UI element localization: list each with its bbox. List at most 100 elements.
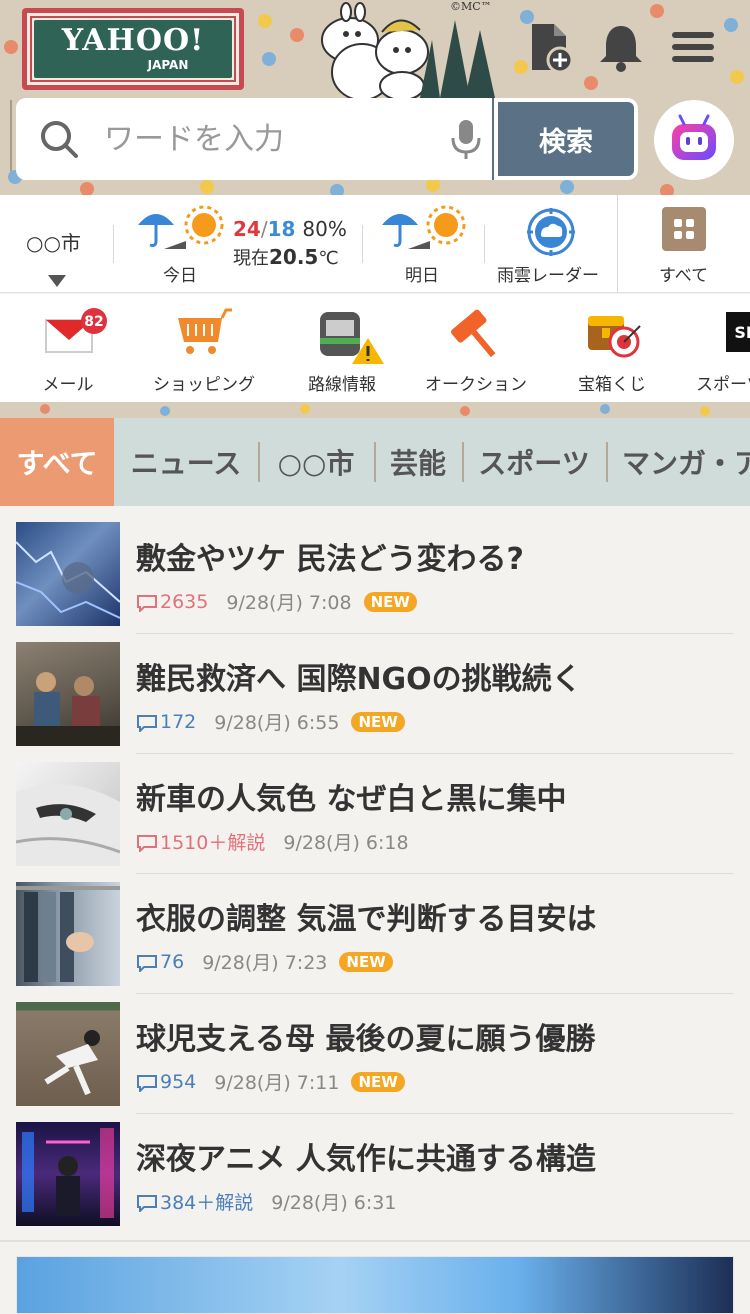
bell-icon[interactable] [594,20,648,74]
news-date: 9/28(月) 6:31 [271,1192,397,1214]
news-date: 9/28(月) 6:18 [283,832,409,854]
comment-icon [137,714,157,732]
news-title: 球児支える母 最後の夏に願う優勝 [136,1022,596,1057]
current-temp-unit: ℃ [318,248,339,269]
tab-sports[interactable]: スポーツ [470,418,598,506]
service-label: メール [42,375,94,395]
comment-count: 2635 [160,590,209,613]
news-list: 敷金やツケ 民法どう変わる? 2635 9/28(月) 7:08 NEW 難民救… [0,506,750,1240]
news-date: 9/28(月) 7:11 [214,1072,340,1094]
comment-count: 1510＋解説 [160,832,266,854]
tab-manga[interactable]: マンガ・ア [614,418,750,506]
train-icon [320,312,384,364]
comment-icon [137,834,157,852]
tab-news[interactable]: ニュース [122,418,250,506]
weather-all-button[interactable]: すべて [618,195,750,293]
news-item[interactable]: 敷金やツケ 民法どう変わる? 2635 9/28(月) 7:08 NEW [16,506,734,626]
category-tabs: すべて ニュース ○○市 芸能 スポーツ マンガ・ア [0,418,750,506]
new-badge: NEW [363,591,417,612]
current-temp-value: 20.5 [269,245,319,269]
news-date: 9/28(月) 7:23 [202,952,328,974]
yahoo-logo[interactable]: YAHOO! JAPAN [22,8,244,90]
service-label: ショッピング [153,375,255,395]
news-thumbnail [16,1122,120,1226]
weather-radar-label[interactable]: 雨雲レーダー [497,261,599,286]
cart-icon [178,308,232,354]
news-item[interactable]: 新車の人気色 なぜ白と黒に集中 1510＋解説 9/28(月) 6:18 [16,746,734,866]
mail-badge: 82 [84,314,103,330]
news-item[interactable]: 球児支える母 最後の夏に願う優勝 954 9/28(月) 7:11 NEW [16,986,734,1106]
weather-today-label: 今日 [163,266,197,286]
tab-city[interactable]: ○○市 [266,418,366,506]
assistant-icon [672,114,716,160]
news-item[interactable]: 難民救済へ 国際NGOの挑戦続く 172 9/28(月) 6:55 NEW [16,626,734,746]
news-title: 難民救済へ 国際NGOの挑戦続く [136,662,582,697]
service-label: スポーツ [696,375,750,395]
treasure-icon [588,316,641,358]
news-title: 新車の人気色 なぜ白と黒に集中 [136,782,567,817]
weather-bar: ○○市 今日 24/18 80% 現在20.5℃ 明日 雨雲レーダー すべて [0,195,750,293]
weather-tomorrow-label[interactable]: 明日 [405,261,439,286]
search-button[interactable]: 検索 [492,98,638,180]
decorative-strip [0,402,750,418]
assistant-button[interactable] [654,100,734,180]
new-badge: NEW [351,711,405,732]
news-meta: 954 9/28(月) 7:11 NEW [136,1068,405,1095]
copyright-mark: ©MC™ [450,0,492,13]
news-item[interactable]: 衣服の調整 気温で判断する目安は 76 9/28(月) 7:23 NEW [16,866,734,986]
new-badge: NEW [351,1071,405,1092]
radar-icon[interactable] [526,207,576,257]
logo-main-text: YAHOO! [61,23,205,58]
temp-low: 18 [267,217,296,241]
news-date: 9/28(月) 7:08 [226,592,352,614]
news-meta: 2635 9/28(月) 7:08 NEW [136,588,417,615]
comment-count: 76 [160,950,185,973]
news-meta: 384＋解説 9/28(月) 6:31 [136,1188,408,1215]
news-thumbnail [16,1002,120,1106]
gavel-icon [451,309,496,358]
service-shopping[interactable]: ショッピング [134,294,274,402]
search-input[interactable] [104,114,434,164]
service-label: 宝箱くじ [578,375,646,395]
rain-probability: 80% [302,217,347,241]
section-divider [0,1240,750,1242]
search-box: 検索 [16,98,638,180]
service-mail[interactable]: 82 メール [0,294,140,402]
file-plus-icon[interactable] [522,20,576,74]
service-treasure[interactable]: 宝箱くじ [542,294,682,402]
comment-icon [137,594,157,612]
sports-icon-text: SP [734,322,750,342]
news-item[interactable]: 深夜アニメ 人気作に共通する構造 384＋解説 9/28(月) 6:31 [16,1106,734,1226]
logo-sub-text: JAPAN [147,58,189,72]
service-label: 路線情報 [308,375,376,395]
service-sports[interactable]: SP スポーツ [680,294,750,402]
comment-icon [137,1194,157,1212]
mic-icon[interactable] [448,118,484,160]
weather-today-temp: 24/18 80% [233,217,347,241]
grid-icon [662,207,706,251]
service-auction[interactable]: オークション [406,294,546,402]
service-transit[interactable]: 路線情報 [272,294,412,402]
weather-city[interactable]: ○○市 [26,227,81,256]
comment-count: 954 [160,1070,197,1093]
current-temp: 現在20.5℃ [233,244,339,270]
new-badge: NEW [339,951,393,972]
temp-high: 24 [233,217,261,241]
news-thumbnail [16,642,120,746]
header: YAHOO! JAPAN ©MC™ ワードを入力 検索 [0,0,750,195]
comment-icon [137,1074,157,1092]
news-title: 衣服の調整 気温で判断する目安は [136,902,597,937]
tab-all[interactable]: すべて [0,418,114,506]
news-date: 9/28(月) 6:55 [214,712,340,734]
tab-entertainment[interactable]: 芸能 [382,418,454,506]
news-title: 敷金やツケ 民法どう変わる? [136,542,524,577]
promo-banner[interactable] [16,1256,734,1314]
news-meta: 1510＋解説 9/28(月) 6:18 [136,828,421,855]
news-thumbnail [16,882,120,986]
news-meta: 76 9/28(月) 7:23 NEW [136,948,393,975]
menu-icon[interactable] [666,20,720,74]
sports-icon: SP [726,312,750,352]
moomin-illustration-icon [321,2,495,98]
chevron-down-icon[interactable] [48,275,66,287]
search-icon [41,121,78,158]
